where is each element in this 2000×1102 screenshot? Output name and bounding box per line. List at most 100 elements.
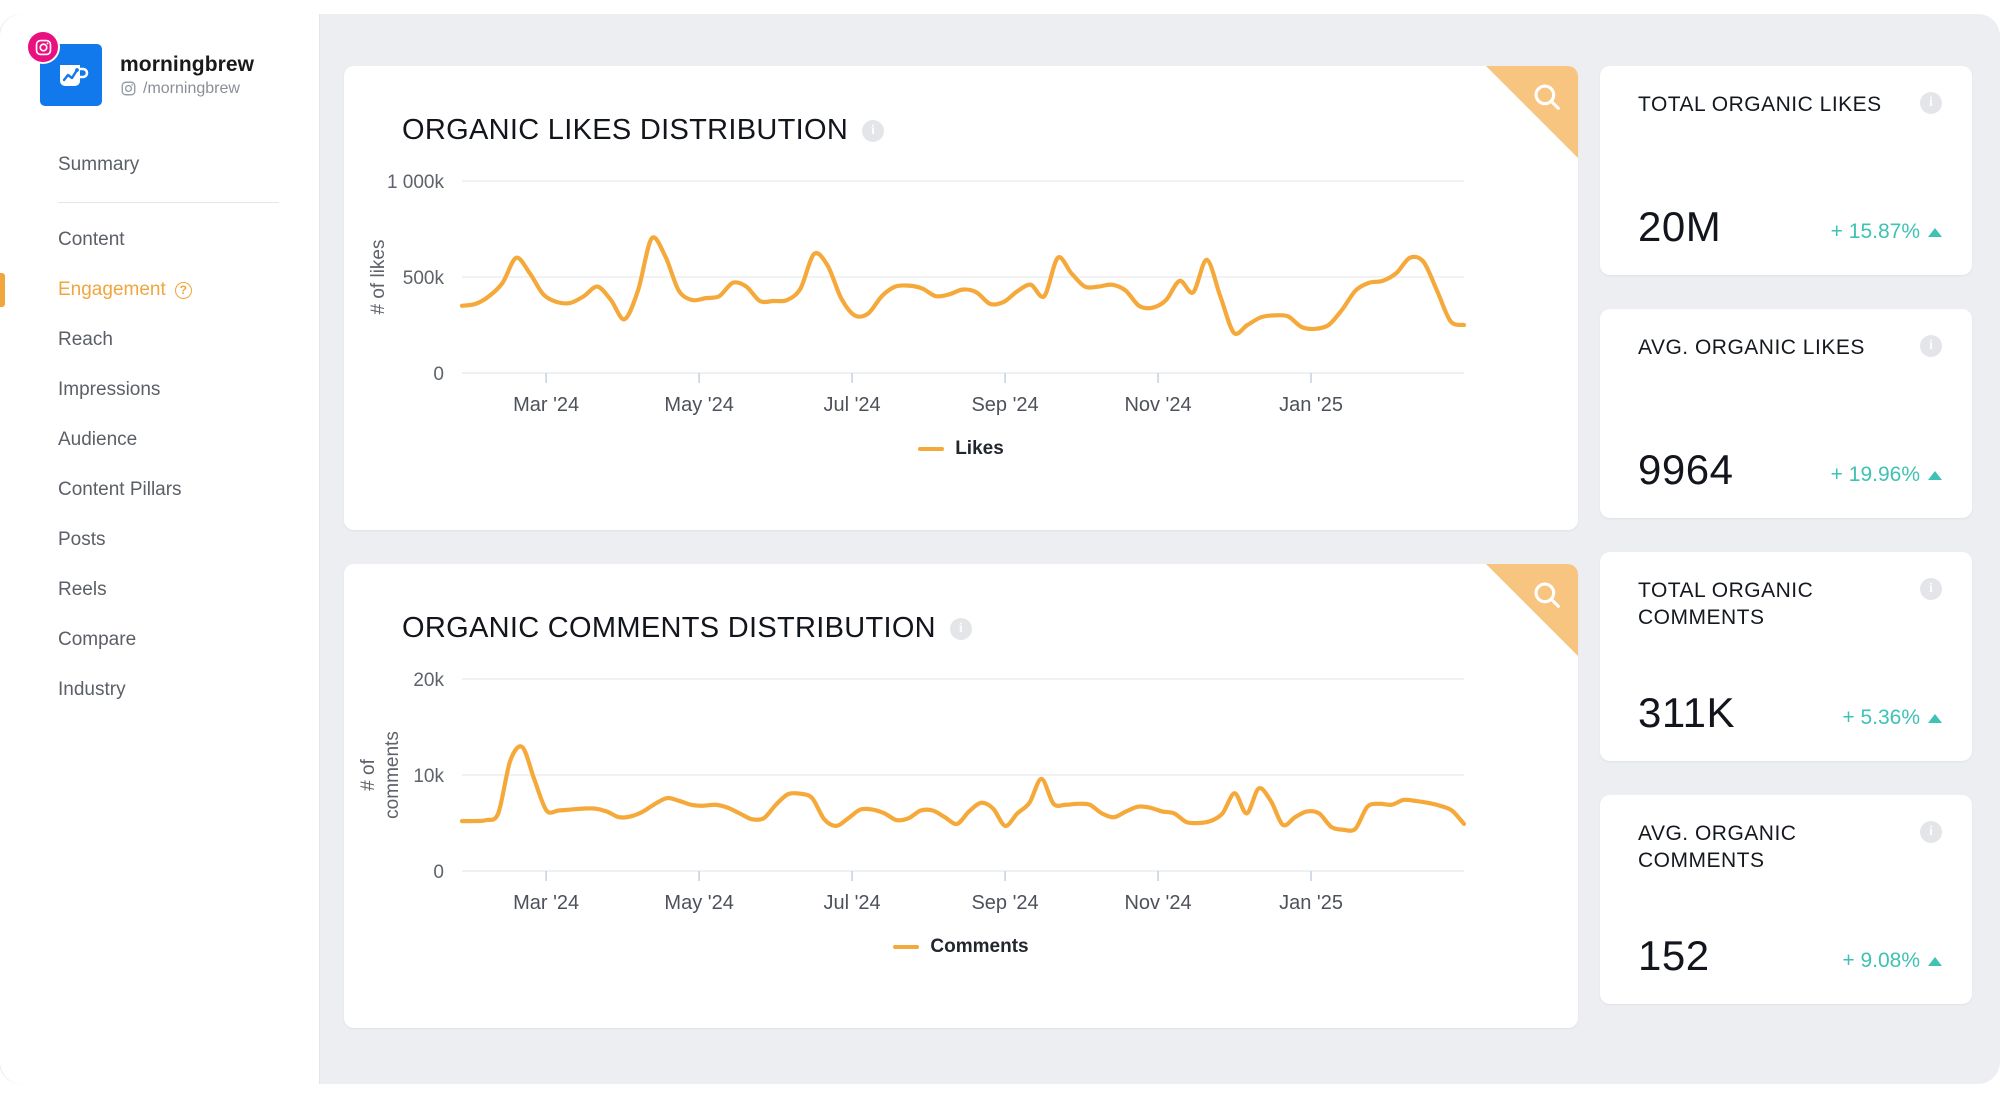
kpi-label: AVG. ORGANIC COMMENTS (1638, 822, 1797, 872)
sidebar-item-label: Content (58, 229, 125, 250)
magnifier-icon[interactable] (1530, 80, 1564, 114)
y-axis-tick-label: 10k (413, 766, 444, 787)
sidebar-item-label: Summary (58, 154, 140, 175)
sidebar-item-engagement[interactable]: Engagement ? (0, 265, 319, 315)
comments-line-chart[interactable]: 0 10k 20k # of comments Mar '24 May '24 Jul '24… (344, 665, 1504, 925)
info-icon[interactable]: i (1920, 578, 1942, 600)
profile-name: morningbrew (120, 52, 255, 76)
kpi-value: 20M (1638, 203, 1722, 250)
x-axis-tick-label: Jan '25 (1279, 892, 1343, 914)
charts-column: ORGANIC LIKES DISTRIBUTION i 0 500k 1 000k… (344, 66, 1578, 1084)
likes-line-chart[interactable]: 0 500k 1 000k # of likes Mar '24 May '24 Jul '… (344, 167, 1504, 427)
x-axis-tick-label: Jul '24 (823, 892, 880, 914)
kpi-label: TOTAL ORGANIC LIKES (1638, 93, 1882, 116)
legend-label: Comments (930, 936, 1029, 957)
info-icon[interactable]: i (1920, 335, 1942, 357)
kpi-total-organic-likes: TOTAL ORGANIC LIKES i 20M + 15.87% (1600, 66, 1972, 275)
y-axis-tick-label: 0 (433, 862, 444, 883)
profile-handle: /morningbrew (120, 80, 254, 98)
instagram-small-icon (121, 81, 136, 96)
kpi-label: AVG. ORGANIC LIKES (1638, 336, 1865, 359)
mug-chart-logo-icon (60, 65, 89, 86)
caret-up-icon (1928, 470, 1942, 480)
chart-title-text: ORGANIC COMMENTS DISTRIBUTION (402, 612, 936, 644)
sidebar: morningbrew /morningbrew Summary Content (0, 14, 320, 1084)
chart-legend: Comments (344, 936, 1578, 958)
kpi-delta: + 9.08% (1842, 949, 1942, 980)
kpi-total-organic-comments: TOTAL ORGANIC COMMENTS i 311K + 5.36% (1600, 552, 1972, 761)
magnifier-icon[interactable] (1530, 578, 1564, 612)
kpi-avg-organic-likes: AVG. ORGANIC LIKES i 9964 + 19.96% (1600, 309, 1972, 518)
question-mark-icon[interactable]: ? (174, 281, 192, 299)
sidebar-item-label: Audience (58, 429, 138, 450)
info-icon[interactable]: i (1920, 821, 1942, 843)
sidebar-item-label: Content Pillars (58, 479, 182, 500)
sidebar-item-label: Compare (58, 629, 137, 650)
legend-color-swatch (918, 447, 945, 451)
sidebar-item-audience[interactable]: Audience (0, 415, 319, 465)
sidebar-item-industry[interactable]: Industry (0, 665, 319, 715)
x-axis-tick-label: Mar '24 (513, 394, 579, 416)
avatar (26, 30, 102, 106)
sidebar-nav: Summary Content Engagement ? Reach Impre… (0, 140, 319, 715)
y-axis-title: # of comments (358, 731, 403, 819)
kpi-label: TOTAL ORGANIC COMMENTS (1638, 579, 1814, 629)
sidebar-item-reach[interactable]: Reach (0, 315, 319, 365)
x-axis-tick-label: May '24 (664, 394, 733, 416)
sidebar-item-reels[interactable]: Reels (0, 565, 319, 615)
kpi-delta: + 19.96% (1831, 463, 1942, 494)
x-axis-tick-label: Nov '24 (1124, 394, 1191, 416)
sidebar-item-content[interactable]: Content (0, 215, 319, 265)
y-axis-tick-label: 0 (433, 364, 444, 385)
caret-up-icon (1928, 956, 1942, 966)
sidebar-item-label: Industry (58, 679, 126, 700)
chart-title: ORGANIC COMMENTS DISTRIBUTION i (344, 564, 1578, 645)
kpi-delta-text: + 5.36% (1842, 706, 1920, 729)
x-axis-tick-label: Jul '24 (823, 394, 880, 416)
sidebar-item-impressions[interactable]: Impressions (0, 365, 319, 415)
profile-handle-text: /morningbrew (143, 79, 240, 97)
caret-up-icon (1928, 713, 1942, 723)
sidebar-item-compare[interactable]: Compare (0, 615, 319, 665)
caret-up-icon (1928, 227, 1942, 237)
organic-comments-chart-card: ORGANIC COMMENTS DISTRIBUTION i 0 10k 20k #… (344, 564, 1578, 1028)
sidebar-item-label: Reach (58, 329, 113, 350)
data-series-line (459, 235, 1467, 336)
comments-plot-area: 0 10k 20k # of comments Mar '24 May '24 Jul '24… (344, 645, 1578, 930)
kpi-column: TOTAL ORGANIC LIKES i 20M + 15.87% AVG. … (1600, 66, 1972, 1084)
kpi-delta-text: + 9.08% (1842, 949, 1920, 972)
sidebar-divider (58, 202, 279, 203)
x-axis-tick-label: Mar '24 (513, 892, 579, 914)
x-axis-tick-label: Sep '24 (971, 892, 1038, 914)
kpi-delta-text: + 19.96% (1830, 463, 1920, 486)
main-content: ORGANIC LIKES DISTRIBUTION i 0 500k 1 000k… (320, 14, 2000, 1084)
data-series-line (459, 744, 1467, 833)
kpi-delta: + 15.87% (1831, 220, 1942, 251)
info-icon[interactable]: i (949, 617, 972, 640)
y-axis-title: # of likes (368, 240, 389, 315)
sidebar-item-label: Reels (58, 579, 107, 600)
instagram-icon (26, 30, 60, 64)
chart-title-text: ORGANIC LIKES DISTRIBUTION (402, 114, 849, 146)
chart-legend: Likes (344, 438, 1578, 460)
kpi-value: 311K (1638, 689, 1735, 736)
sidebar-item-content-pillars[interactable]: Content Pillars (0, 465, 319, 515)
sidebar-item-summary[interactable]: Summary (0, 140, 319, 190)
kpi-value: 9964 (1638, 446, 1734, 493)
info-icon[interactable]: i (1920, 92, 1942, 114)
legend-color-swatch (893, 945, 920, 949)
legend-label: Likes (955, 438, 1004, 459)
x-axis-tick-label: May '24 (664, 892, 733, 914)
organic-likes-chart-card: ORGANIC LIKES DISTRIBUTION i 0 500k 1 000k… (344, 66, 1578, 530)
sidebar-item-posts[interactable]: Posts (0, 515, 319, 565)
likes-plot-area: 0 500k 1 000k # of likes Mar '24 May '24 Jul '… (344, 147, 1578, 432)
sidebar-item-label: Posts (58, 529, 106, 550)
x-axis-tick-label: Sep '24 (971, 394, 1038, 416)
kpi-avg-organic-comments: AVG. ORGANIC COMMENTS i 152 + 9.08% (1600, 795, 1972, 1004)
analytics-dashboard: morningbrew /morningbrew Summary Content (0, 0, 2000, 1102)
profile-header: morningbrew /morningbrew (0, 14, 319, 106)
y-axis-tick-label: 1 000k (387, 172, 445, 193)
chart-title: ORGANIC LIKES DISTRIBUTION i (344, 66, 1578, 147)
info-icon[interactable]: i (862, 119, 885, 142)
kpi-delta: + 5.36% (1842, 706, 1942, 737)
